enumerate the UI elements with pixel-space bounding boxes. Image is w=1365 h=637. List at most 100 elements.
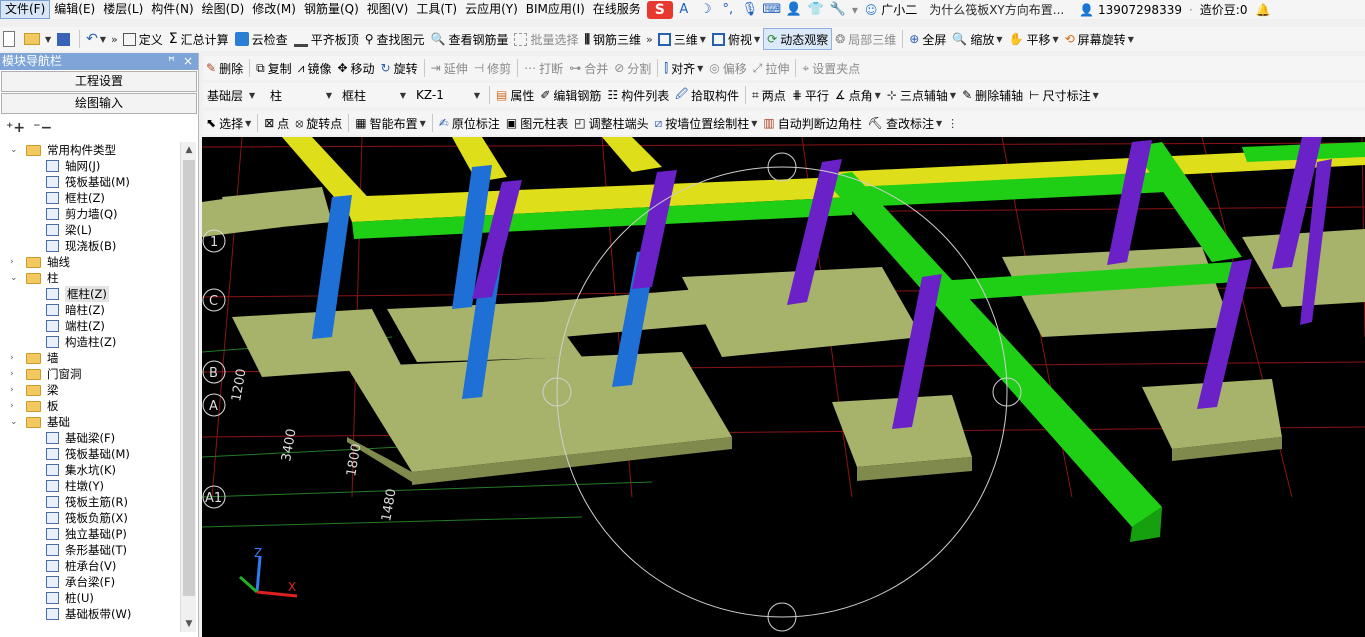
break-button[interactable]: ⋯ 打断 [521, 57, 566, 79]
menu-floor[interactable]: 楼层(L) [99, 0, 147, 19]
menu-modify[interactable]: 修改(M) [248, 0, 300, 19]
origin-mark-button[interactable]: ✍ 原位标注 [436, 112, 503, 134]
auto-corner-column-button[interactable]: ▥ 自动判断边角柱 [760, 112, 864, 134]
tree-item[interactable]: 轴网(J) [0, 158, 180, 174]
rebar-3d-button[interactable]: ⫼ 钢筋三维 [582, 28, 645, 50]
tree-folder[interactable]: › 门窗洞 [0, 366, 180, 382]
find-element-button[interactable]: ⚲ 查找图元 [362, 28, 428, 50]
menu-draw[interactable]: 绘图(D) [198, 0, 249, 19]
point-button[interactable]: ⊠ 点 [261, 112, 292, 134]
local-3d-button[interactable]: ❂ 局部三维 [832, 28, 899, 50]
scroll-up-icon[interactable]: ▲ [181, 142, 197, 158]
collapse-all-icon[interactable]: ⁻− [33, 120, 52, 136]
menu-component[interactable]: 构件(N) [147, 0, 197, 19]
category-select[interactable]: 柱 ▼ [266, 85, 336, 105]
pan-button[interactable]: ✋ 平移 ▼ [1005, 28, 1061, 50]
component-list-button[interactable]: ☷ 构件列表 [604, 84, 672, 106]
question-link[interactable]: 为什么筏板XY方向布置... [925, 1, 1075, 18]
align-button[interactable]: ⫿ 对齐 ▼ [661, 57, 706, 79]
trim-button[interactable]: ⊣ 修剪 [471, 57, 514, 79]
wall-position-column-button[interactable]: ⧄ 按墙位置绘制柱 ▼ [652, 112, 761, 134]
tree-item[interactable]: 剪力墙(Q) [0, 206, 180, 222]
parallel-button[interactable]: ⋕ 平行 [789, 84, 832, 106]
point-angle-button[interactable]: ∡ 点角 ▼ [832, 84, 884, 106]
select-button[interactable]: ⬉ 选择 ▼ [203, 112, 254, 134]
properties-button[interactable]: ▤ 属性 [493, 84, 537, 106]
menu-cloud[interactable]: 云应用(Y) [461, 0, 522, 19]
merge-button[interactable]: ⊶ 合并 [566, 57, 611, 79]
batch-select-button[interactable]: 批量选择 [511, 28, 581, 50]
menu-tools[interactable]: 工具(T) [412, 0, 461, 19]
mirror-button[interactable]: ⩘ 镜像 [295, 57, 335, 79]
tree-item[interactable]: 基础板带(W) [0, 606, 180, 622]
close-icon[interactable]: × [183, 53, 193, 70]
delete-aux-button[interactable]: ✎ 删除辅轴 [959, 84, 1026, 106]
tree-item[interactable]: 筏板负筋(X) [0, 510, 180, 526]
element-table-button[interactable]: ▣ 图元柱表 [503, 112, 571, 134]
edit-rebar-button[interactable]: ✐ 编辑钢筋 [537, 84, 604, 106]
menu-online[interactable]: 在线服务 [589, 0, 645, 19]
scroll-thumb[interactable] [183, 160, 195, 596]
wrench-icon[interactable]: 🔧 [827, 2, 849, 17]
microphone-icon[interactable]: 🎙 [739, 2, 761, 17]
chevron-down-icon[interactable]: ⌄ [10, 270, 20, 286]
layer-select[interactable]: 基础层 ▼ [203, 85, 264, 105]
save-button[interactable] [54, 28, 76, 50]
type-select[interactable]: 框柱 ▼ [338, 85, 410, 105]
tree-folder[interactable]: › 墙 [0, 350, 180, 366]
tree-item[interactable]: 独立基础(P) [0, 526, 180, 542]
delete-button[interactable]: ✎ 删除 [203, 57, 246, 79]
full-screen-button[interactable]: ⊕ 全屏 [906, 28, 949, 50]
tree-item[interactable]: 承台梁(F) [0, 574, 180, 590]
tree-item[interactable]: 框柱(Z) [0, 286, 180, 302]
tree-item[interactable]: 桩承台(V) [0, 558, 180, 574]
tree-item[interactable]: 筏板基础(M) [0, 174, 180, 190]
chevron-right-icon[interactable]: › [10, 398, 20, 414]
tree-item[interactable]: 筏板基础(M) [0, 446, 180, 462]
new-file-button[interactable] [0, 28, 21, 50]
menu-edit[interactable]: 编辑(E) [50, 0, 99, 19]
define-button[interactable]: 定义 [120, 28, 166, 50]
3d-viewport[interactable]: 1 C B A A1 1200 3400 1800 1480 Z X [202, 137, 1365, 637]
three-d-button[interactable]: 三维 ▼ [655, 28, 709, 50]
adjust-column-end-button[interactable]: ◰ 调整柱端头 [571, 112, 651, 134]
column[interactable] [1107, 140, 1152, 265]
dimension-button[interactable]: ⊢ 尺寸标注 ▼ [1026, 84, 1102, 106]
stretch-button[interactable]: ⤢ 拉伸 [750, 57, 793, 79]
menu-dropdown-icon[interactable]: ▾ [849, 3, 861, 17]
tree-folder[interactable]: ⌄ 柱 [0, 270, 180, 286]
tree-item[interactable]: 构造柱(Z) [0, 334, 180, 350]
smart-layout-button[interactable]: ▦ 智能布置 ▼ [352, 112, 429, 134]
copy-button[interactable]: ⧉ 复制 [253, 57, 295, 79]
sum-calc-button[interactable]: Σ 汇总计算 [166, 28, 232, 50]
undo-button[interactable]: ↶ ▼ [83, 28, 109, 50]
account-link[interactable]: 👤 13907298339 [1075, 3, 1186, 17]
footing-slab[interactable] [222, 187, 332, 232]
chevron-down-icon[interactable]: ⌄ [10, 414, 20, 430]
menu-bim[interactable]: BIM应用(I) [522, 0, 589, 19]
tree-folder[interactable]: ⌄ 常用构件类型 [0, 142, 180, 158]
beam[interactable] [602, 137, 662, 172]
screen-rotate-button[interactable]: ⟲ 屏幕旋转 ▼ [1062, 28, 1137, 50]
open-file-button[interactable]: ▼ [21, 28, 54, 50]
chevron-right-icon[interactable]: › [10, 382, 20, 398]
cloud-check-button[interactable]: 云检查 [232, 28, 291, 50]
helper-link[interactable]: ☺ 广小二 [861, 1, 925, 18]
extend-button[interactable]: ⇥ 延伸 [428, 57, 471, 79]
rotate-point-button[interactable]: ⦻ 旋转点 [292, 112, 345, 134]
flat-top-button[interactable]: 平齐板顶 [291, 28, 362, 50]
tree-item[interactable]: 桩(U) [0, 590, 180, 606]
two-points-button[interactable]: ⌗ 两点 [749, 84, 789, 106]
tree-item[interactable]: 集水坑(K) [0, 462, 180, 478]
tree-folder[interactable]: › 轴线 [0, 254, 180, 270]
tree-item[interactable]: 柱墩(Y) [0, 478, 180, 494]
notification-bell-icon[interactable]: 🔔 [1251, 3, 1270, 17]
chevron-right-icon[interactable]: › [10, 254, 20, 270]
chevron-right-icon[interactable]: › [10, 366, 20, 382]
keyboard-icon[interactable]: ⌨ [761, 2, 783, 17]
offset-button[interactable]: ◎ 偏移 [706, 57, 750, 79]
toolbar-overflow-icon[interactable]: » [109, 33, 120, 46]
tree-item[interactable]: 筏板主筋(R) [0, 494, 180, 510]
menu-rebar-qty[interactable]: 钢筋量(Q) [300, 0, 363, 19]
ime-mode-icon[interactable]: A [673, 2, 695, 17]
